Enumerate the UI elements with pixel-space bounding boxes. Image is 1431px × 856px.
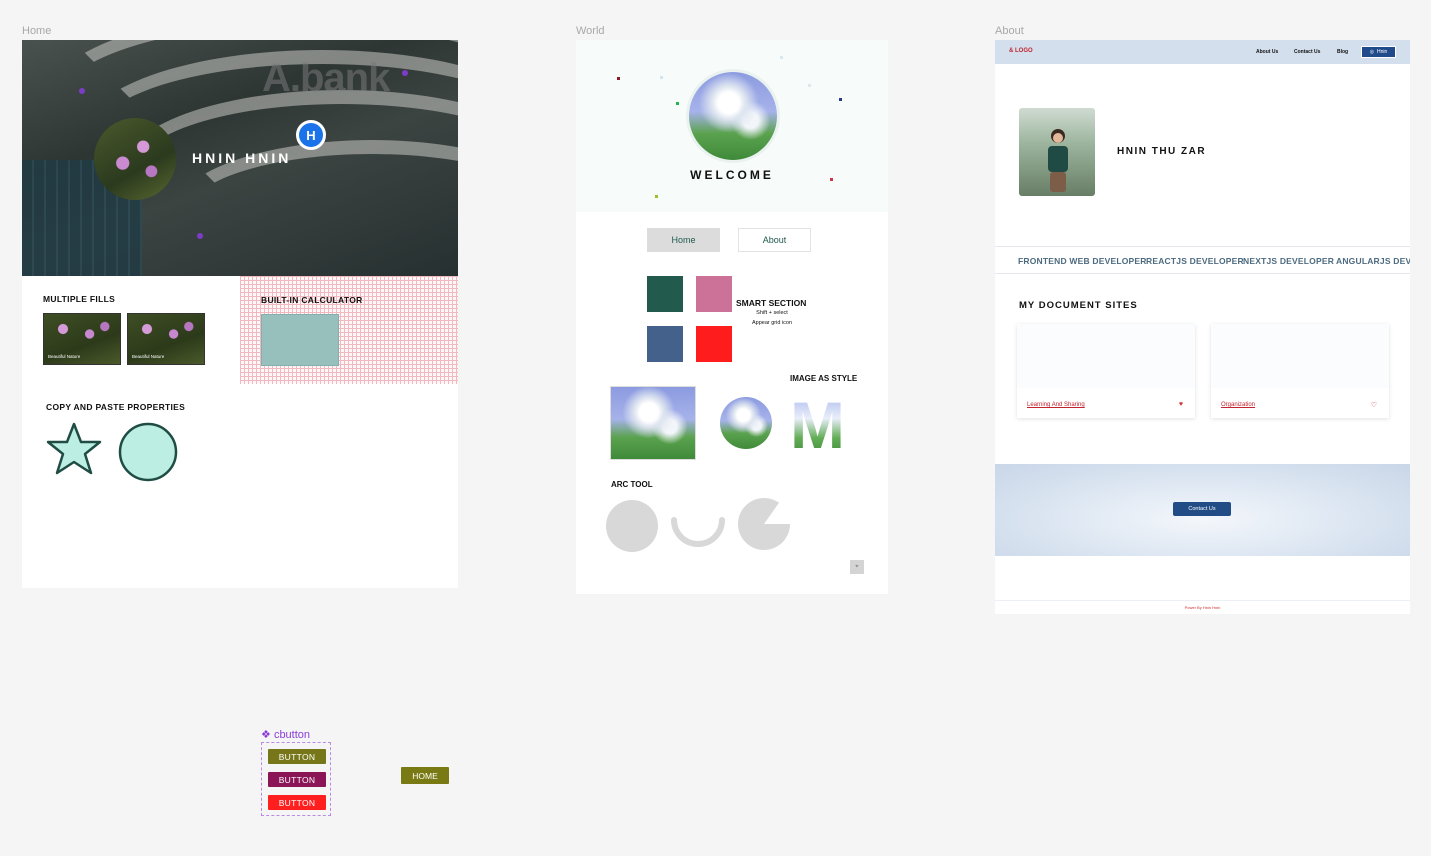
fill-card: Beautiful Nature	[43, 313, 121, 365]
home-frame-label[interactable]: Home	[22, 25, 51, 37]
color-swatch[interactable]	[696, 276, 732, 312]
accent-dot	[197, 233, 203, 239]
user-button[interactable]: ◎ Hnin	[1361, 46, 1396, 58]
image-letter[interactable]: M	[790, 392, 845, 458]
skill-item: REACTJS DEVELOPER	[1146, 256, 1244, 266]
smart-section-line: Shift + select	[756, 310, 788, 316]
arc-tool-title: ARC TOOL	[611, 480, 653, 489]
contact-banner: Contact Us	[995, 464, 1410, 556]
skill-item: ANGULARJS DEVELOPER	[1336, 256, 1410, 266]
document-link[interactable]: Learning And Sharing	[1027, 402, 1085, 408]
smart-section-title: SMART SECTION	[736, 298, 807, 308]
user-button-label: Hnin	[1377, 49, 1388, 55]
calculator-grid: BUILT-IN CALCULATOR	[240, 276, 458, 384]
document-preview	[1017, 324, 1195, 388]
multiple-fills-title: MULTIPLE FILLS	[43, 294, 116, 304]
star-shape[interactable]	[44, 420, 104, 480]
document-card[interactable]: Organization ♡	[1211, 324, 1389, 418]
arc-pie[interactable]	[736, 496, 792, 552]
skills-marquee: FRONTEND WEB DEVELOPER REACTJS DEVELOPER…	[995, 246, 1410, 274]
home-frame[interactable]: A.bank HNIN HNIN H MULTIPLE FILLS Beauti…	[22, 40, 458, 588]
profile-photo	[1019, 108, 1095, 196]
nav-about-button[interactable]: About	[738, 228, 811, 252]
circle-shape[interactable]	[118, 422, 178, 482]
about-navbar: & LOGO About Us Contact Us Blog ◎ Hnin	[995, 40, 1410, 64]
document-preview	[1211, 324, 1389, 388]
hero-banner: A.bank HNIN HNIN H	[22, 40, 458, 276]
profile-name: HNIN THU ZAR	[1117, 146, 1207, 157]
confetti	[780, 56, 783, 59]
avatar	[94, 118, 176, 200]
confetti	[839, 98, 842, 101]
fill-card-caption: Beautiful Nature	[48, 354, 81, 359]
user-badge[interactable]: H	[296, 120, 326, 150]
document-card[interactable]: Learning And Sharing ♥	[1017, 324, 1195, 418]
documents-title: MY DOCUMENT SITES	[1019, 300, 1138, 311]
user-icon: ◎	[1369, 49, 1375, 55]
home-button[interactable]: HOME	[401, 767, 449, 784]
component-set[interactable]: BUTTON BUTTON BUTTON	[261, 742, 331, 816]
confetti	[830, 178, 833, 181]
component-label[interactable]: ❖ cbutton	[261, 728, 310, 741]
color-swatch[interactable]	[696, 326, 732, 362]
arc-smile[interactable]	[670, 510, 726, 554]
logo[interactable]: & LOGO	[1009, 48, 1033, 54]
fill-card-caption: Beautiful Nature	[132, 354, 165, 359]
calculator-box[interactable]	[261, 314, 339, 366]
component-name: cbutton	[273, 729, 311, 741]
calculator-title: BUILT-IN CALCULATOR	[261, 295, 363, 305]
button-variant-olive[interactable]: BUTTON	[268, 749, 326, 764]
nav-about-us[interactable]: About Us	[1256, 49, 1278, 55]
welcome-hero: WELCOME	[576, 40, 888, 212]
fill-card: Beautiful Nature	[127, 313, 205, 365]
heart-icon[interactable]: ♥	[1179, 401, 1183, 408]
bank-logo: A.bank	[262, 56, 390, 100]
footer-text: Power By Hnin Hnin	[1184, 605, 1221, 610]
about-frame-label[interactable]: About	[995, 25, 1024, 37]
person-figure	[1048, 129, 1068, 192]
world-frame-label[interactable]: World	[576, 25, 605, 37]
image-rect[interactable]	[610, 386, 696, 460]
hero-name: HNIN HNIN	[192, 150, 292, 166]
arc-full-circle[interactable]	[604, 498, 660, 554]
confetti	[676, 102, 679, 105]
welcome-title: WELCOME	[690, 168, 774, 182]
footer-divider	[995, 600, 1410, 601]
about-frame[interactable]: & LOGO About Us Contact Us Blog ◎ Hnin HN…	[995, 40, 1410, 614]
component-icon: ❖	[261, 729, 271, 741]
contact-button[interactable]: Contact Us	[1173, 502, 1231, 516]
skill-item: NEXTJS DEVELOPER	[1243, 256, 1335, 266]
nav-contact-us[interactable]: Contact Us	[1294, 49, 1320, 55]
logo-text: LOGO	[1015, 48, 1033, 54]
copy-paste-title: COPY AND PASTE PROPERTIES	[46, 402, 186, 412]
image-circle[interactable]	[720, 397, 772, 449]
color-swatch[interactable]	[647, 326, 683, 362]
world-frame[interactable]: WELCOME Home About SMART SECTION Shift +…	[576, 40, 888, 594]
button-variant-red[interactable]: BUTTON	[268, 795, 326, 810]
nav-home-button[interactable]: Home	[647, 228, 720, 252]
grid-icon[interactable]: ⌖	[850, 560, 864, 574]
welcome-avatar	[689, 72, 777, 160]
heart-icon[interactable]: ♡	[1371, 401, 1377, 409]
confetti	[655, 195, 658, 198]
confetti	[617, 77, 620, 80]
image-style-title: IMAGE AS STYLE	[790, 374, 858, 383]
document-link[interactable]: Organization	[1221, 402, 1255, 408]
skill-item: FRONTEND WEB DEVELOPER	[1018, 256, 1147, 266]
confetti	[808, 84, 811, 87]
confetti	[660, 76, 663, 79]
nav-blog[interactable]: Blog	[1337, 49, 1348, 55]
accent-dot	[402, 70, 408, 76]
accent-dot	[79, 88, 85, 94]
smart-section-line: Appear grid icon	[751, 320, 793, 326]
button-variant-maroon[interactable]: BUTTON	[268, 772, 326, 787]
color-swatch[interactable]	[647, 276, 683, 312]
